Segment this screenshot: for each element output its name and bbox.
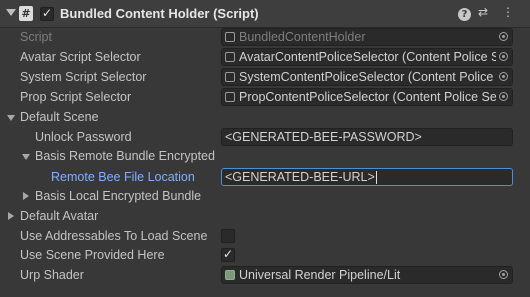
system-selector-field[interactable]: SystemContentPoliceSelector (Content Pol…: [221, 68, 513, 86]
presets-icon[interactable]: ⇄: [478, 5, 488, 19]
remote-bee-file-label: Remote Bee File Location: [51, 170, 195, 184]
script-asset-icon: [225, 52, 235, 62]
use-scene-provided-label: Use Scene Provided Here: [20, 248, 165, 262]
remote-bee-file-row: Remote Bee File Location <GENERATED-BEE-…: [0, 167, 530, 187]
use-scene-provided-row: Use Scene Provided Here ✓: [0, 245, 530, 265]
use-addressables-checkbox[interactable]: [221, 229, 235, 243]
script-row: Script BundledContentHolder: [0, 27, 530, 47]
foldout-open-icon[interactable]: [22, 154, 30, 160]
help-icon[interactable]: ?: [458, 8, 471, 21]
foldout-open-icon[interactable]: [7, 115, 15, 121]
object-picker-icon[interactable]: [496, 49, 512, 65]
shader-icon: [225, 270, 235, 280]
prop-selector-field[interactable]: PropContentPoliceSelector (Content Polic…: [221, 88, 513, 106]
avatar-selector-field[interactable]: AvatarContentPoliceSelector (Content Pol…: [221, 48, 513, 66]
system-selector-value: SystemContentPoliceSelector (Content Pol…: [239, 70, 512, 84]
prop-selector-row: Prop Script Selector PropContentPoliceSe…: [0, 87, 530, 107]
unlock-password-field[interactable]: <GENERATED-BEE-PASSWORD>: [221, 128, 513, 146]
checkmark-icon: ✓: [42, 6, 53, 20]
default-scene-label: Default Scene: [20, 110, 99, 124]
prop-selector-label: Prop Script Selector: [20, 90, 132, 104]
component-header[interactable]: # ✓ Bundled Content Holder (Script) ? ⇄ …: [0, 0, 530, 28]
component-title: Bundled Content Holder (Script): [60, 6, 259, 21]
avatar-selector-label: Avatar Script Selector: [20, 50, 141, 64]
use-scene-provided-checkbox[interactable]: ✓: [221, 247, 235, 262]
urp-shader-field[interactable]: Universal Render Pipeline/Lit: [221, 266, 513, 284]
checkmark-icon: ✓: [223, 247, 234, 261]
local-bundle-foldout[interactable]: Basis Local Encrypted Bundle: [0, 186, 530, 206]
use-addressables-row: Use Addressables To Load Scene: [0, 226, 530, 246]
remote-bundle-foldout[interactable]: Basis Remote Bundle Encrypted: [0, 146, 530, 166]
unlock-password-row: Unlock Password <GENERATED-BEE-PASSWORD>: [0, 127, 530, 147]
foldout-closed-icon[interactable]: [8, 212, 14, 220]
object-picker-icon: [496, 29, 512, 45]
text-caret: [375, 171, 377, 185]
object-picker-icon[interactable]: [496, 267, 512, 283]
default-scene-foldout[interactable]: Default Scene: [0, 107, 530, 127]
foldout-closed-icon[interactable]: [23, 192, 29, 200]
remote-bee-file-field[interactable]: <GENERATED-BEE-URL>: [221, 168, 513, 186]
script-label: Script: [20, 30, 52, 44]
urp-shader-row: Urp Shader Universal Render Pipeline/Lit: [0, 265, 530, 285]
script-field: BundledContentHolder: [221, 28, 513, 46]
component-foldout-arrow-icon[interactable]: [6, 9, 16, 16]
unlock-password-value: <GENERATED-BEE-PASSWORD>: [225, 130, 422, 144]
object-picker-icon[interactable]: [496, 89, 512, 105]
avatar-selector-value: AvatarContentPoliceSelector (Content Pol…: [239, 50, 513, 64]
remote-bee-file-value: <GENERATED-BEE-URL>: [225, 170, 375, 184]
urp-shader-value: Universal Render Pipeline/Lit: [239, 268, 401, 282]
object-picker-icon[interactable]: [496, 69, 512, 85]
urp-shader-label: Urp Shader: [20, 268, 84, 282]
system-selector-row: System Script Selector SystemContentPoli…: [0, 67, 530, 87]
remote-bundle-label: Basis Remote Bundle Encrypted: [35, 149, 215, 163]
component-enabled-checkbox[interactable]: ✓: [40, 6, 54, 21]
script-asset-icon: [225, 92, 235, 102]
system-selector-label: System Script Selector: [20, 70, 147, 84]
avatar-selector-row: Avatar Script Selector AvatarContentPoli…: [0, 47, 530, 67]
prop-selector-value: PropContentPoliceSelector (Content Polic…: [239, 90, 513, 104]
script-icon: #: [19, 6, 33, 21]
unlock-password-label: Unlock Password: [35, 130, 132, 144]
default-avatar-label: Default Avatar: [20, 209, 99, 223]
script-value: BundledContentHolder: [239, 30, 366, 44]
script-asset-icon: [225, 32, 235, 42]
default-avatar-foldout[interactable]: Default Avatar: [0, 206, 530, 226]
use-addressables-label: Use Addressables To Load Scene: [20, 229, 208, 243]
local-bundle-label: Basis Local Encrypted Bundle: [35, 189, 202, 203]
script-asset-icon: [225, 72, 235, 82]
context-menu-icon[interactable]: ⋮: [502, 5, 514, 19]
